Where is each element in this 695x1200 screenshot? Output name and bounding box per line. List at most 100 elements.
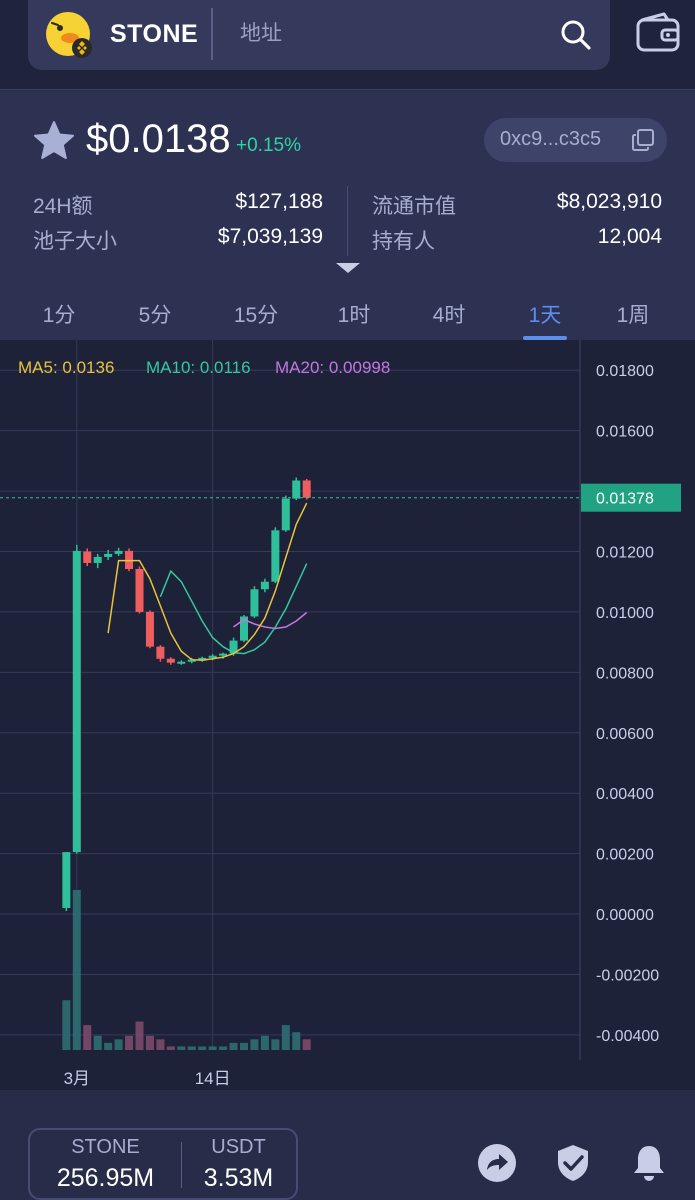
search-icon[interactable]	[556, 15, 596, 55]
current-price-tag-label: 0.01378	[596, 491, 654, 508]
search-divider	[211, 8, 213, 60]
y-axis-tick-label: -0.00400	[596, 1028, 659, 1045]
y-axis-tick-label: 0.00600	[596, 726, 654, 743]
volume-bar	[83, 1025, 92, 1050]
base-token-amount: 256.95M	[56, 1164, 155, 1192]
y-axis-tick-label: 0.00800	[596, 665, 654, 682]
token-search-bar[interactable]: STONE	[28, 0, 610, 70]
candle-body	[292, 480, 301, 499]
ma10-legend: MA10: 0.0116	[146, 358, 251, 377]
candle-body	[145, 611, 154, 647]
copy-icon	[632, 129, 654, 151]
ma20-legend: MA20: 0.00998	[275, 358, 391, 377]
pool-size-value: $7,039,139	[217, 225, 323, 248]
volume-bar	[250, 1039, 259, 1050]
candle-body	[104, 553, 113, 557]
tab-5m[interactable]: 5分	[139, 299, 172, 329]
chart-canvas[interactable]: 0.018000.016000.014000.012000.010000.008…	[0, 340, 695, 1090]
y-axis-tick-label: 0.00200	[596, 847, 654, 864]
shield-check-icon[interactable]	[552, 1142, 594, 1184]
volume-bar	[62, 1000, 71, 1050]
bell-icon[interactable]	[628, 1142, 670, 1184]
tab-1m[interactable]: 1分	[43, 299, 76, 329]
duck-coin-logo-icon	[46, 12, 92, 58]
candle-body	[281, 498, 290, 531]
timeframe-tabs: 1分 5分 15分 1时 4时 1天 1周	[0, 291, 695, 340]
share-icon[interactable]	[476, 1142, 518, 1184]
volume-bar	[114, 1039, 123, 1050]
candle-body	[72, 550, 81, 853]
tab-15m[interactable]: 15分	[234, 299, 278, 329]
holders-value: 12,004	[597, 225, 662, 248]
volume-24h-label: 24H额	[33, 195, 93, 218]
token-summary-panel: $0.0138 +0.15% 0xc9...c3c5 24H额 $127,188…	[0, 91, 695, 340]
candle-body	[156, 646, 165, 659]
market-cap-value: $8,023,910	[556, 190, 662, 213]
candle-body	[177, 661, 186, 664]
tab-1d[interactable]: 1天	[529, 299, 562, 329]
volume-bar	[145, 1035, 154, 1050]
y-axis-tick-label: 0.00000	[596, 907, 654, 924]
volume-24h-value: $127,188	[235, 190, 323, 213]
y-axis-tick-label: -0.00200	[596, 967, 659, 984]
candle-body	[250, 589, 259, 617]
volume-bar	[302, 1039, 311, 1050]
wallet-icon[interactable]	[634, 10, 682, 56]
x-axis-tick-label: 14日	[195, 1069, 231, 1088]
market-cap-label: 流通市值	[372, 195, 456, 218]
contract-address-button[interactable]: 0xc9...c3c5	[484, 118, 667, 162]
volume-bar	[281, 1025, 290, 1050]
candle-body	[62, 852, 71, 908]
candle-body	[135, 569, 144, 612]
volume-bar	[198, 1046, 207, 1050]
ma5-legend: MA5: 0.0136	[18, 358, 115, 377]
volume-bar	[166, 1046, 175, 1050]
expand-caret-icon[interactable]	[334, 261, 362, 275]
holders-label: 持有人	[372, 230, 435, 253]
tab-1h[interactable]: 1时	[338, 299, 371, 329]
top-bar: STONE	[0, 0, 695, 90]
candle-body	[208, 655, 217, 658]
volume-bar	[219, 1046, 228, 1050]
volume-bar	[177, 1046, 186, 1050]
pool-volume-box: STONE 256.95M USDT 3.53M	[28, 1128, 298, 1200]
x-axis-tick-label: 3月	[64, 1069, 90, 1088]
pool-size-label: 池子大小	[33, 230, 117, 253]
stats-divider	[347, 186, 348, 256]
volume-bar	[240, 1042, 248, 1050]
volume-bar	[271, 1039, 280, 1050]
y-axis-tick-label: 0.01800	[596, 363, 654, 380]
volume-bar	[72, 890, 81, 1050]
candle-body	[93, 556, 102, 563]
y-axis-tick-label: 0.01000	[596, 605, 654, 622]
y-axis-tick-label: 0.01200	[596, 544, 654, 561]
volume-bar	[292, 1032, 301, 1050]
candle-body	[83, 551, 92, 563]
candlestick-chart[interactable]: 0.018000.016000.014000.012000.010000.008…	[0, 340, 695, 1090]
contract-address: 0xc9...c3c5	[500, 128, 602, 150]
candle-body	[166, 658, 175, 663]
address-search-input[interactable]	[240, 14, 540, 54]
candle-body	[302, 480, 311, 498]
volume-bar	[260, 1035, 269, 1050]
y-axis-tick-label: 0.01600	[596, 424, 654, 441]
tab-4h[interactable]: 4时	[433, 299, 466, 329]
volume-bar	[135, 1021, 144, 1050]
volume-bar	[187, 1046, 196, 1050]
volume-bar	[104, 1042, 113, 1050]
volume-bar	[229, 1042, 238, 1050]
bottom-bar: STONE 256.95M USDT 3.53M	[0, 1090, 695, 1200]
quote-token-label: USDT	[211, 1136, 266, 1158]
candle-body	[260, 581, 269, 590]
volume-bar	[125, 1035, 134, 1050]
tab-1w[interactable]: 1周	[617, 299, 650, 329]
current-price: $0.0138	[86, 117, 231, 161]
base-token-label: STONE	[71, 1136, 140, 1158]
volume-bar	[93, 1035, 102, 1050]
price-change-percent: +0.15%	[236, 135, 301, 156]
y-axis-tick-label: 0.00400	[596, 786, 654, 803]
candle-body	[114, 550, 123, 554]
volume-bar	[208, 1046, 217, 1050]
favorite-star-icon[interactable]	[32, 119, 76, 163]
volume-bar	[156, 1039, 165, 1050]
